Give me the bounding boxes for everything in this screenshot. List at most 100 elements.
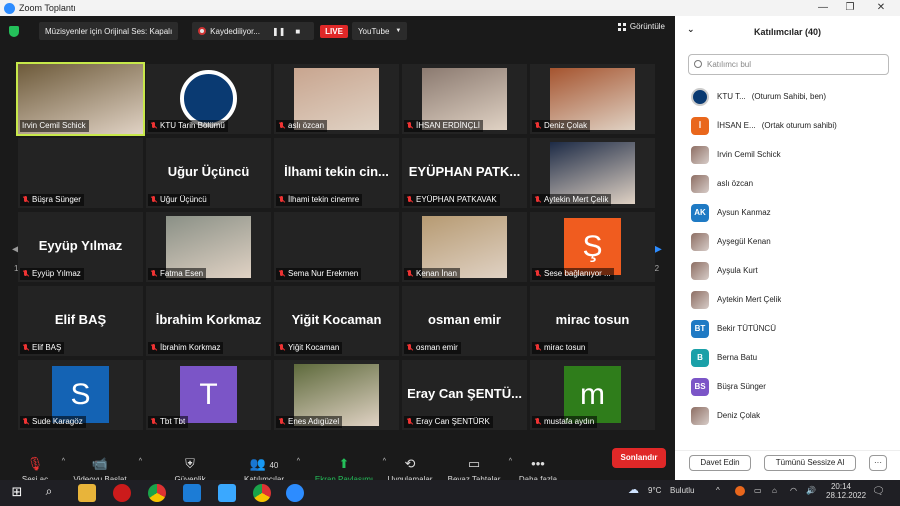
muted-mic-icon	[278, 344, 285, 352]
opera-icon[interactable]	[113, 484, 131, 502]
participant-name: Büşra Sünger	[717, 382, 766, 391]
whiteboard-icon: ▭	[467, 456, 481, 471]
maximize-icon[interactable]: ❐	[835, 0, 865, 16]
weather-temp[interactable]: 9°C	[648, 486, 661, 495]
participant-row[interactable]: B Berna Batu	[675, 343, 900, 372]
video-tile[interactable]: S Sude Karagöz	[18, 360, 143, 430]
calculator-icon[interactable]	[183, 484, 201, 502]
tile-name: Deniz Çolak	[544, 121, 588, 130]
participant-row[interactable]: Aytekin Mert Çelik	[675, 285, 900, 314]
participant-row[interactable]: KTU T... (Oturum Sahibi, ben)	[675, 82, 900, 111]
panel-title: Katılımcılar (40)	[753, 27, 822, 37]
tray-overflow-icon[interactable]: ^	[716, 486, 720, 495]
minimize-icon[interactable]: —	[808, 0, 838, 16]
weather-text[interactable]: Bulutlu	[670, 486, 694, 495]
wifi-icon[interactable]: ◠	[790, 486, 797, 495]
video-tile[interactable]: İbrahim Korkmaz İbrahim Korkmaz	[146, 286, 271, 356]
participant-name: Deniz Çolak	[717, 411, 761, 420]
video-tile[interactable]: Elif BAŞ Elif BAŞ	[18, 286, 143, 356]
video-tile[interactable]: İlhami tekin cin... İlhami tekin cinemre	[274, 138, 399, 208]
collapse-chevron-icon[interactable]: ⌄	[687, 24, 695, 35]
participant-row[interactable]: Ayşegül Kenan	[675, 227, 900, 256]
battery-icon[interactable]: ▭	[754, 486, 762, 495]
audio-options-icon[interactable]: ^	[62, 458, 65, 465]
encryption-shield-icon[interactable]	[9, 25, 19, 37]
video-tile[interactable]: Sema Nur Erekmen	[274, 212, 399, 282]
live-badge: LIVE	[320, 24, 348, 38]
view-button[interactable]: Görüntüle	[617, 22, 665, 31]
video-tile[interactable]: aslı özcan	[274, 64, 399, 134]
invite-button[interactable]: Davet Edin	[689, 455, 751, 471]
chrome-icon[interactable]	[148, 484, 166, 502]
tile-display-name: Elif BAŞ	[54, 312, 107, 327]
tile-name-label: Yiğit Kocaman	[276, 342, 343, 354]
panel-more-button[interactable]: ···	[869, 455, 887, 471]
video-tile[interactable]: Büşra Sünger	[18, 138, 143, 208]
participant-count: 40	[269, 461, 279, 470]
muted-mic-icon	[22, 196, 29, 204]
clock-date: 28.12.2022	[826, 491, 867, 500]
tile-name-label: İHSAN ERDİNÇLİ	[404, 120, 484, 132]
video-tile[interactable]: Uğur Üçüncü Uğur Üçüncü	[146, 138, 271, 208]
participant-row[interactable]: Ayşula Kurt	[675, 256, 900, 285]
mute-all-button[interactable]: Tümünü Sessize Al	[764, 455, 856, 471]
avatar	[691, 232, 709, 251]
video-tile[interactable]: KTU Tarih Bölümü	[146, 64, 271, 134]
tile-name-label: İbrahim Korkmaz	[148, 342, 224, 354]
network-icon[interactable]: ⌂	[772, 486, 777, 495]
clock[interactable]: 20:14 28.12.2022	[826, 482, 867, 500]
video-tile[interactable]: mirac tosun mirac tosun	[530, 286, 655, 356]
tray-app-icon[interactable]	[735, 486, 745, 496]
muted-mic-icon	[150, 418, 157, 426]
zoom-taskbar-icon[interactable]	[286, 484, 304, 502]
stop-icon[interactable]: ■	[295, 27, 300, 36]
muted-mic-icon	[534, 196, 541, 204]
video-tile[interactable]: Enes Adıgüzel	[274, 360, 399, 430]
file-explorer-icon[interactable]	[78, 484, 96, 502]
video-tile[interactable]: Kenan İnan	[402, 212, 527, 282]
participant-row[interactable]: BT Bekir TÜTÜNCÜ	[675, 314, 900, 343]
video-tile[interactable]: osman emir osman emir	[402, 286, 527, 356]
video-tile[interactable]: EYÜPHAN PATK... EYÜPHAN PATKAVAK	[402, 138, 527, 208]
tile-name: osman emir	[416, 343, 458, 352]
whiteboard-options-icon[interactable]: ^	[509, 458, 512, 465]
pause-icon[interactable]: ❚❚	[272, 27, 285, 36]
participant-row[interactable]: Deniz Çolak	[675, 401, 900, 430]
participant-search-input[interactable]: Katılımcı bul	[688, 54, 889, 75]
participant-row[interactable]: Irvin Cemil Schick	[675, 140, 900, 169]
video-tile[interactable]: Deniz Çolak	[530, 64, 655, 134]
participant-row[interactable]: İ İHSAN E... (Ortak oturum sahibi)	[675, 111, 900, 140]
recording-chip[interactable]: Kaydediliyor... ❚❚ ■	[192, 22, 315, 40]
volume-icon[interactable]: 🔊	[806, 486, 816, 495]
participant-row[interactable]: AK Aysun Kanmaz	[675, 198, 900, 227]
video-tile[interactable]: Fatma Esen	[146, 212, 271, 282]
windows-start-icon[interactable]: ⊞	[8, 484, 26, 502]
stream-target-select[interactable]: YouTube ▼	[351, 22, 408, 40]
video-tile[interactable]: Aytekin Mert Çelik	[530, 138, 655, 208]
tile-display-name: Eray Can ŞENTÜ...	[407, 386, 522, 401]
tile-display-name: Eyyüp Yılmaz	[38, 238, 123, 253]
video-tile[interactable]: Yiğit Kocaman Yiğit Kocaman	[274, 286, 399, 356]
avatar: Ş	[564, 218, 621, 275]
participant-row[interactable]: BS Büşra Sünger	[675, 372, 900, 401]
close-icon[interactable]: ✕	[866, 0, 896, 16]
paint-icon[interactable]	[218, 484, 236, 502]
search-taskbar-icon[interactable]: ⌕	[40, 484, 58, 502]
video-tile[interactable]: T Tbt Tbt	[146, 360, 271, 430]
video-tile[interactable]: Ş Sese bağlanıyor ...	[530, 212, 655, 282]
video-tile[interactable]: İHSAN ERDİNÇLİ	[402, 64, 527, 134]
chrome-profile-icon[interactable]	[253, 484, 271, 502]
video-tile[interactable]: Eray Can ŞENTÜ... Eray Can ŞENTÜRK	[402, 360, 527, 430]
participants-options-icon[interactable]: ^	[297, 458, 300, 465]
avatar: m	[564, 366, 621, 423]
notification-icon[interactable]: 🗨	[872, 486, 885, 497]
video-tile[interactable]: Irvin Cemil Schick	[16, 62, 145, 136]
video-tile[interactable]: Eyyüp Yılmaz Eyyüp Yılmaz	[18, 212, 143, 282]
original-sound-chip[interactable]: Müzisyenler için Orijinal Ses: Kapalı	[39, 22, 179, 40]
video-tile[interactable]: m mustafa aydın	[530, 360, 655, 430]
video-options-icon[interactable]: ^	[139, 458, 142, 465]
participant-row[interactable]: aslı özcan	[675, 169, 900, 198]
participant-name: Ayşegül Kenan	[717, 237, 771, 246]
tile-name-label: Büşra Sünger	[20, 194, 84, 206]
end-meeting-button[interactable]: Sonlandır	[612, 448, 666, 468]
